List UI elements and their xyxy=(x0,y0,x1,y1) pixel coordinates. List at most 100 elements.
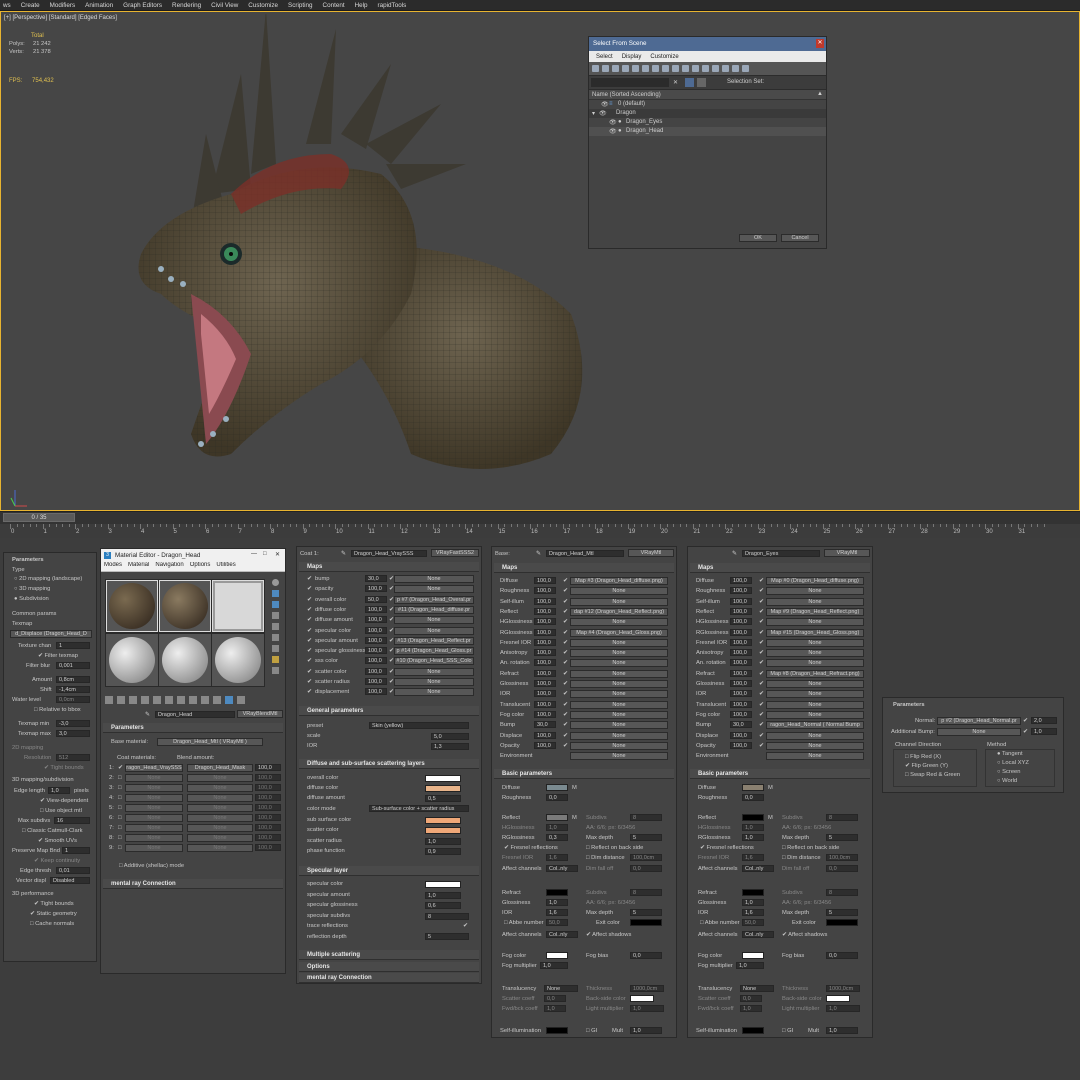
coat-enable-checkbox[interactable]: □ xyxy=(118,795,122,801)
specular-subdivs-input[interactable]: 8 xyxy=(425,913,469,920)
cache-normals-checkbox[interactable]: □ Cache normals xyxy=(30,921,74,927)
map-button[interactable]: None xyxy=(570,649,668,658)
map-button[interactable]: None xyxy=(570,752,668,761)
map-button[interactable]: None xyxy=(570,700,668,709)
classic-catmull-checkbox[interactable]: □ Classic Catmull-Clark xyxy=(22,828,83,834)
map-checkbox[interactable]: ✔ xyxy=(759,671,764,677)
relative-bbox-checkbox[interactable]: □ Relative to bbox xyxy=(34,707,81,713)
map-amount-input[interactable]: 100,0 xyxy=(534,638,556,646)
preset-select[interactable]: Skin (yellow) xyxy=(369,722,469,729)
map-checkbox[interactable]: ✔ xyxy=(563,660,568,666)
tree-item[interactable]: 👁 ● Dragon_Eyes xyxy=(589,118,826,127)
ior-input[interactable]: 1,3 xyxy=(431,743,469,750)
map-checkbox[interactable]: ✔ xyxy=(759,722,764,728)
map-checkbox[interactable]: ✔ xyxy=(563,588,568,594)
menu-select[interactable]: Select xyxy=(596,54,613,60)
map-button[interactable]: None xyxy=(394,667,474,676)
navigator-icon[interactable] xyxy=(271,667,279,674)
mental-ray-rollout[interactable]: mental ray Connection xyxy=(103,879,283,889)
preserve-map-select[interactable]: 1 xyxy=(62,847,90,854)
map-amount-input[interactable]: 100,0 xyxy=(365,647,387,655)
sample-slot[interactable] xyxy=(159,580,211,632)
coat-amount-input[interactable]: 100,0 xyxy=(255,764,281,771)
map-amount-input[interactable]: 100,0 xyxy=(534,659,556,667)
additional-bump-amount[interactable]: 1,0 xyxy=(1031,728,1057,735)
map-button[interactable]: dap #12 (Dragon_Head_Reflect.png) xyxy=(570,607,668,616)
map-button[interactable]: #11 (Dragon_Head_diffuse.pr xyxy=(394,605,474,614)
map-checkbox[interactable]: ✔ xyxy=(563,733,568,739)
map-button[interactable]: None xyxy=(766,680,864,688)
light-multiplier-input[interactable]: 1,0 xyxy=(630,1005,664,1012)
diffuse-sss-rollout[interactable]: Diffuse and sub-surface scattering layer… xyxy=(299,759,479,769)
coat-enable-checkbox[interactable]: ✔ xyxy=(118,765,123,771)
all-filter-icon[interactable] xyxy=(712,65,719,72)
map-checkbox[interactable]: ✔ xyxy=(563,722,568,728)
menu-modes[interactable]: Modes xyxy=(104,562,122,571)
ok-button[interactable]: OK xyxy=(739,234,777,242)
ior-input[interactable]: 1,6 xyxy=(742,909,764,916)
map-enable-checkbox[interactable]: ✔ xyxy=(307,658,312,664)
back-side-color-swatch[interactable] xyxy=(630,995,654,1002)
affect-shadows-checkbox[interactable]: ✔ Affect shadows xyxy=(782,932,827,938)
additional-bump-checkbox[interactable]: ✔ xyxy=(1023,729,1028,735)
map-amount-input[interactable]: 100,0 xyxy=(730,659,752,667)
diffuse-map-button[interactable]: M xyxy=(572,785,577,791)
type-radio-2d[interactable]: ○ 2D mapping (landscape) xyxy=(14,576,82,582)
eye-icon[interactable]: 👁 xyxy=(609,128,617,135)
map-amount-input[interactable]: 100,0 xyxy=(534,741,556,749)
bone-filter-icon[interactable] xyxy=(672,65,679,72)
keep-continuity-checkbox[interactable]: ✔ Keep continuity xyxy=(34,858,80,864)
camera-filter-icon[interactable] xyxy=(622,65,629,72)
perspective-viewport[interactable]: [+] [Perspective] [Standard] [Edged Face… xyxy=(0,11,1080,511)
map-amount-input[interactable]: 100,0 xyxy=(534,577,556,584)
coat-enable-checkbox[interactable]: □ xyxy=(118,785,122,791)
mental-ray-rollout[interactable]: mental ray Connection xyxy=(299,973,479,983)
use-object-mtl-checkbox[interactable]: □ Use object mtl xyxy=(40,808,82,814)
close-icon[interactable]: ✕ xyxy=(275,551,280,558)
reflect-color-swatch[interactable] xyxy=(742,814,764,821)
map-enable-checkbox[interactable]: ✔ xyxy=(307,576,312,582)
menu-item[interactable]: Help xyxy=(355,2,368,9)
max-subdivs-input[interactable]: 16 xyxy=(54,817,90,824)
overall-color-swatch[interactable] xyxy=(425,775,461,782)
map-checkbox[interactable]: ✔ xyxy=(759,691,764,697)
thickness-input[interactable]: 1000,0cm xyxy=(630,985,664,992)
map-checkbox[interactable]: ✔ xyxy=(563,640,568,646)
coat-amount-input[interactable]: 100,0 xyxy=(255,834,281,841)
sub-surface-color-swatch[interactable] xyxy=(425,817,461,824)
uv-tiling-icon[interactable] xyxy=(271,612,279,619)
map-button[interactable]: None xyxy=(766,700,864,709)
map-amount-input[interactable]: 100,0 xyxy=(365,585,387,593)
show-map-icon[interactable] xyxy=(201,696,209,704)
frozen-filter-icon[interactable] xyxy=(692,65,699,72)
reflect-map-button[interactable]: M xyxy=(768,815,773,821)
map-amount-input[interactable]: 100,0 xyxy=(365,678,387,685)
base-material-type[interactable]: VRayMtl xyxy=(628,549,674,557)
map-amount-input[interactable]: 100,0 xyxy=(534,731,556,739)
map-amount-input[interactable]: 100,0 xyxy=(730,587,752,595)
library-icon[interactable] xyxy=(177,696,185,704)
ior-input[interactable]: 1,6 xyxy=(546,909,568,916)
coat-enable-checkbox[interactable]: □ xyxy=(118,815,122,821)
map-enable-checkbox[interactable]: ✔ xyxy=(307,648,312,654)
map-enable-checkbox[interactable]: ✔ xyxy=(307,597,312,603)
map-button[interactable]: None xyxy=(570,638,668,647)
options-icon[interactable] xyxy=(271,645,279,652)
amount-input[interactable]: 0,8cm xyxy=(56,676,90,683)
abbe-checkbox[interactable]: □ Abbe number xyxy=(700,920,740,926)
show-end-icon[interactable] xyxy=(213,696,221,704)
group-filter-icon[interactable] xyxy=(652,65,659,72)
refract-color-swatch[interactable] xyxy=(546,889,568,896)
basic-params-rollout[interactable]: Basic parameters xyxy=(690,769,870,779)
fog-multiplier-input[interactable]: 1,0 xyxy=(540,962,568,969)
texmap-button[interactable]: d_Displace (Dragon_Head_D xyxy=(10,630,92,638)
gi-checkbox[interactable]: □ GI xyxy=(782,1028,793,1034)
dim-falloff-input[interactable]: 0,0 xyxy=(826,865,858,872)
map-button[interactable]: ragon_Head_Normal ( Normal Bump xyxy=(766,721,864,730)
map-button[interactable]: None xyxy=(394,626,474,635)
viewport-label[interactable]: [+] [Perspective] [Standard] [Edged Face… xyxy=(4,15,117,21)
subdivs-input[interactable]: 8 xyxy=(826,814,858,821)
geometry-filter-icon[interactable] xyxy=(592,65,599,72)
map-button[interactable]: None xyxy=(570,597,668,606)
menu-navigation[interactable]: Navigation xyxy=(155,562,183,571)
